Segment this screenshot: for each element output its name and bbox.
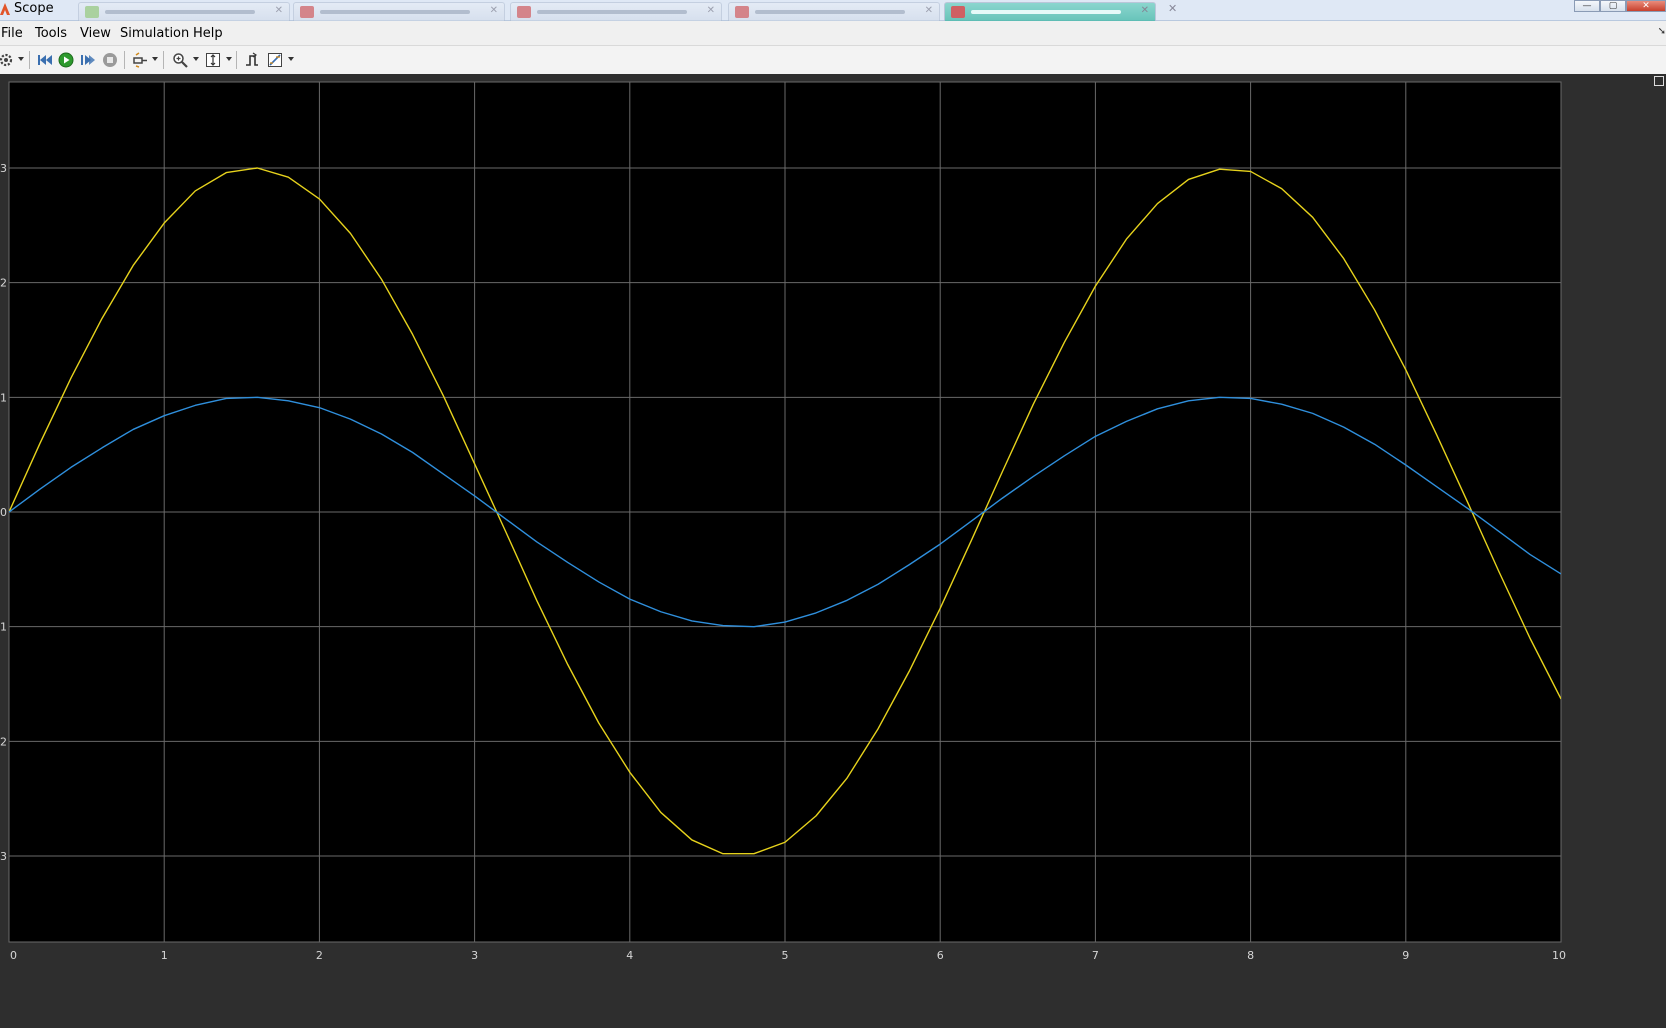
tab-close-icon[interactable]: ✕ [1141,5,1149,16]
x-tick-label: 7 [1092,949,1099,962]
x-tick-label: 10 [1552,949,1566,962]
x-tick-label: 5 [782,949,789,962]
scope-display[interactable]: 0 1 2 3 4 5 6 7 8 9 10 3 2 1 0 1 2 3 [0,74,1666,1028]
background-tab[interactable]: ✕ [510,2,722,21]
menu-help[interactable]: Help [193,26,223,41]
menu-simulation[interactable]: Simulation [120,26,189,41]
scope-window: Scope ✕ ✕ ✕ ✕ ✕ ✕ — ▢ ✕ File Tools View … [0,0,1666,1028]
toolbar-separator [124,51,125,69]
undock-icon[interactable] [1654,76,1664,86]
background-tab[interactable]: ✕ [293,2,505,21]
highlight-dropdown-arrow-icon[interactable] [152,57,158,61]
tab-blurred-text [320,10,470,14]
y-tick-label: 3 [0,162,7,175]
background-tab-active[interactable]: ✕ [944,2,1156,21]
tab-icon [517,6,531,18]
step-back-icon[interactable] [36,51,54,69]
y-tick-label: 2 [0,277,7,290]
x-tick-label: 8 [1247,949,1254,962]
zoom-in-icon[interactable] [171,51,189,69]
x-tick-label: 0 [10,949,17,962]
toolbar [0,45,1666,75]
tab-close-icon[interactable]: ✕ [490,5,498,16]
toolbar-separator [236,51,237,69]
scale-dropdown-arrow-icon[interactable] [226,57,232,61]
highlight-icon[interactable] [131,51,149,69]
window-controls: — ▢ ✕ [1574,0,1666,12]
toolbar-separator [29,51,30,69]
x-tick-label: 2 [316,949,323,962]
y-tick-label: 3 [0,850,7,863]
y-tick-label: 0 [0,506,7,519]
measurements-icon[interactable] [266,51,284,69]
scale-axes-icon[interactable] [204,51,222,69]
tab-blurred-text [105,10,255,14]
tab-blurred-text [755,10,905,14]
minimize-button[interactable]: — [1574,0,1600,12]
new-tab-icon[interactable]: ✕ [1168,2,1177,15]
run-icon[interactable] [57,51,75,69]
step-forward-icon[interactable] [79,51,97,69]
y-tick-label: 1 [0,621,7,634]
x-tick-label: 3 [471,949,478,962]
y-tick-label: 2 [0,735,7,748]
collapse-toolbar-icon[interactable]: ➘ [1658,26,1666,37]
triggers-icon[interactable] [243,51,261,69]
tab-close-icon[interactable]: ✕ [925,5,933,16]
tab-icon [735,6,749,18]
menu-tools[interactable]: Tools [35,26,67,41]
tab-icon [85,6,99,18]
tab-close-icon[interactable]: ✕ [275,5,283,16]
tab-blurred-text [537,10,687,14]
tab-close-icon[interactable]: ✕ [707,5,715,16]
settings-icon[interactable] [0,51,15,69]
toolbar-separator [163,51,164,69]
settings-dropdown-arrow-icon[interactable] [18,57,24,61]
tab-icon [951,6,965,18]
maximize-button[interactable]: ▢ [1600,0,1626,12]
tab-blurred-text [971,10,1121,14]
x-tick-label: 1 [161,949,168,962]
background-tab[interactable]: ✕ [78,2,290,21]
close-button[interactable]: ✕ [1626,0,1666,12]
measurements-dropdown-arrow-icon[interactable] [288,57,294,61]
scope-plot[interactable]: 0 1 2 3 4 5 6 7 8 9 103210123 [0,74,1666,1028]
x-tick-label: 4 [626,949,633,962]
x-tick-label: 9 [1402,949,1409,962]
stop-icon[interactable] [101,51,119,69]
menu-file[interactable]: File [1,26,23,41]
y-tick-label: 1 [0,391,7,404]
title-bar: Scope ✕ ✕ ✕ ✕ ✕ ✕ — ▢ ✕ [0,0,1666,21]
zoom-dropdown-arrow-icon[interactable] [193,57,199,61]
x-tick-label: 6 [937,949,944,962]
menu-view[interactable]: View [80,26,111,41]
background-tab[interactable]: ✕ [728,2,940,21]
tab-icon [300,6,314,18]
window-title: Scope [14,1,54,16]
matlab-logo-icon [0,3,10,15]
menu-bar: File Tools View Simulation Help ➘ [0,21,1666,44]
